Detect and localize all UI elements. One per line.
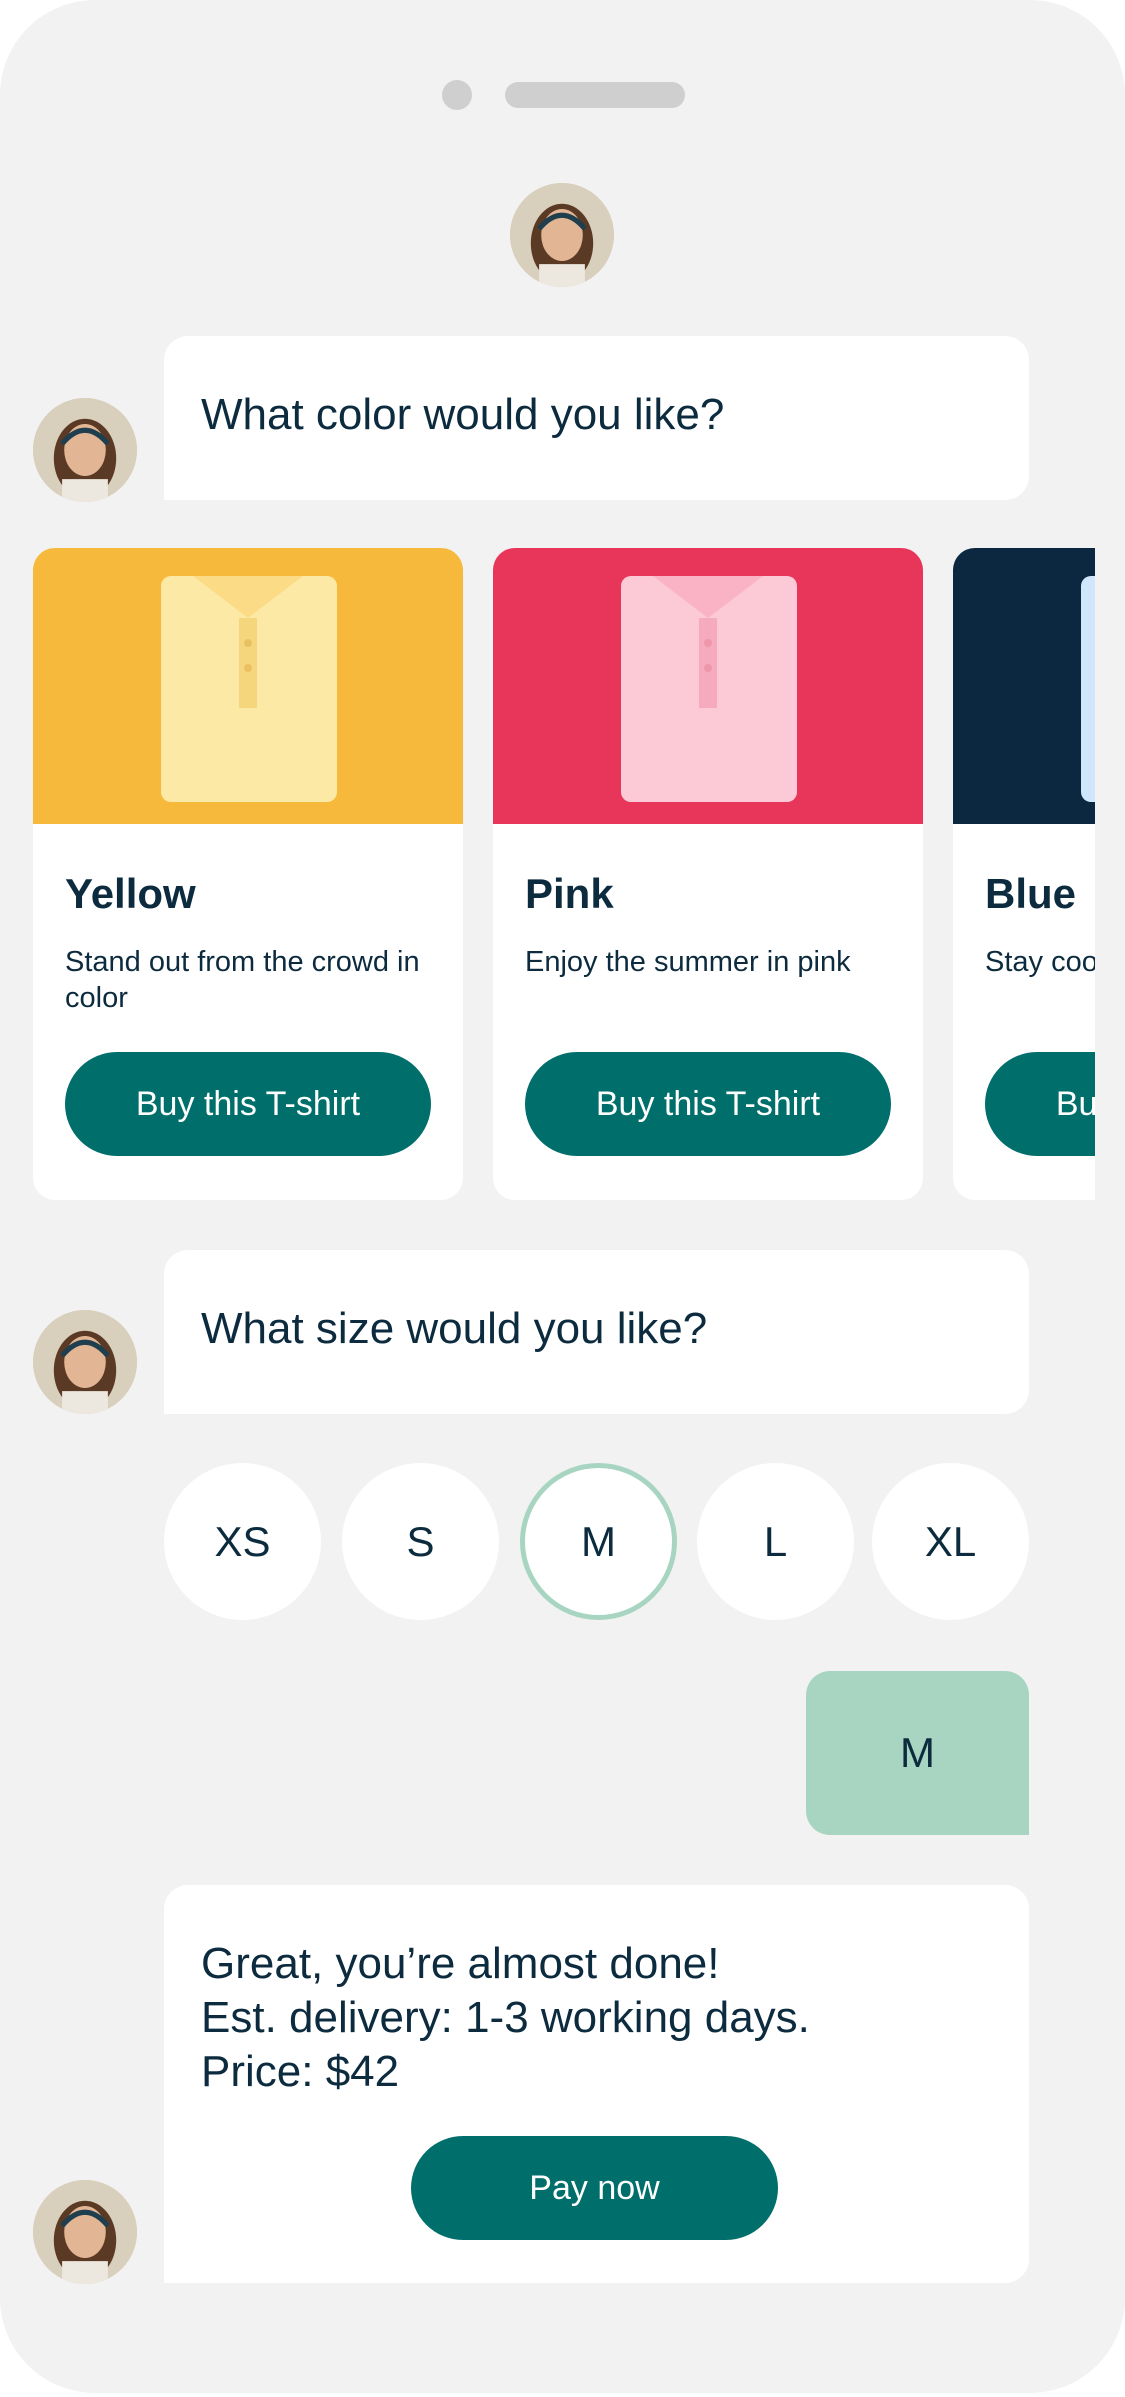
product-title: Blue [985,870,1077,917]
product-card-yellow[interactable]: Yellow Stand out from the crowd in color… [33,548,463,1200]
agent-avatar-icon [33,1310,137,1414]
agent-avatar-icon [33,2180,137,2284]
product-image [493,548,923,824]
front-camera [442,80,472,110]
product-image [33,548,463,824]
agent-avatar [33,2180,137,2284]
summary-line: Est. delivery: 1-3 working days. [201,1993,810,2042]
agent-message-color: What color would you like? [164,336,1029,500]
buy-tshirt-button[interactable]: Buy this T-shirt [985,1052,1095,1156]
pay-now-button[interactable]: Pay now [411,2136,778,2240]
agent-message-size: What size would you like? [164,1250,1029,1414]
size-option-xs[interactable]: XS [164,1463,321,1620]
agent-avatar-icon [510,183,614,287]
product-title: Yellow [65,870,196,917]
summary-line: Price: $42 [201,2047,400,2096]
agent-avatar-header [510,183,614,287]
user-reply-bubble: M [806,1671,1029,1835]
product-description: Stand out from the crowd in color [65,946,420,1014]
size-options: XS S M L XL [164,1463,1034,1623]
phone-frame: What color would you like? Yellow Stand … [0,0,1125,2393]
message-text: What size would you like? [201,1304,708,1353]
reply-text: M [900,1729,935,1776]
size-option-s[interactable]: S [342,1463,499,1620]
buy-tshirt-button[interactable]: Buy this T-shirt [525,1052,891,1156]
size-option-xl[interactable]: XL [872,1463,1029,1620]
speaker-grille [505,82,685,108]
summary-line: Great, you’re almost done! [201,1939,720,1988]
product-carousel[interactable]: Yellow Stand out from the crowd in color… [33,548,1095,1202]
agent-avatar [33,398,137,502]
size-option-l[interactable]: L [697,1463,854,1620]
product-card-pink[interactable]: Pink Enjoy the summer in pink Buy this T… [493,548,923,1200]
product-image [953,548,1095,824]
message-text: What color would you like? [201,390,725,439]
size-option-m[interactable]: M [520,1463,677,1620]
agent-avatar [33,1310,137,1414]
product-description: Stay cool in blue [985,946,1095,978]
buy-tshirt-button[interactable]: Buy this T-shirt [65,1052,431,1156]
product-card-blue[interactable]: Blue Stay cool in blue Buy this T-shirt [953,548,1095,1200]
product-title: Pink [525,870,614,917]
product-description: Enjoy the summer in pink [525,946,851,978]
agent-avatar-icon [33,398,137,502]
